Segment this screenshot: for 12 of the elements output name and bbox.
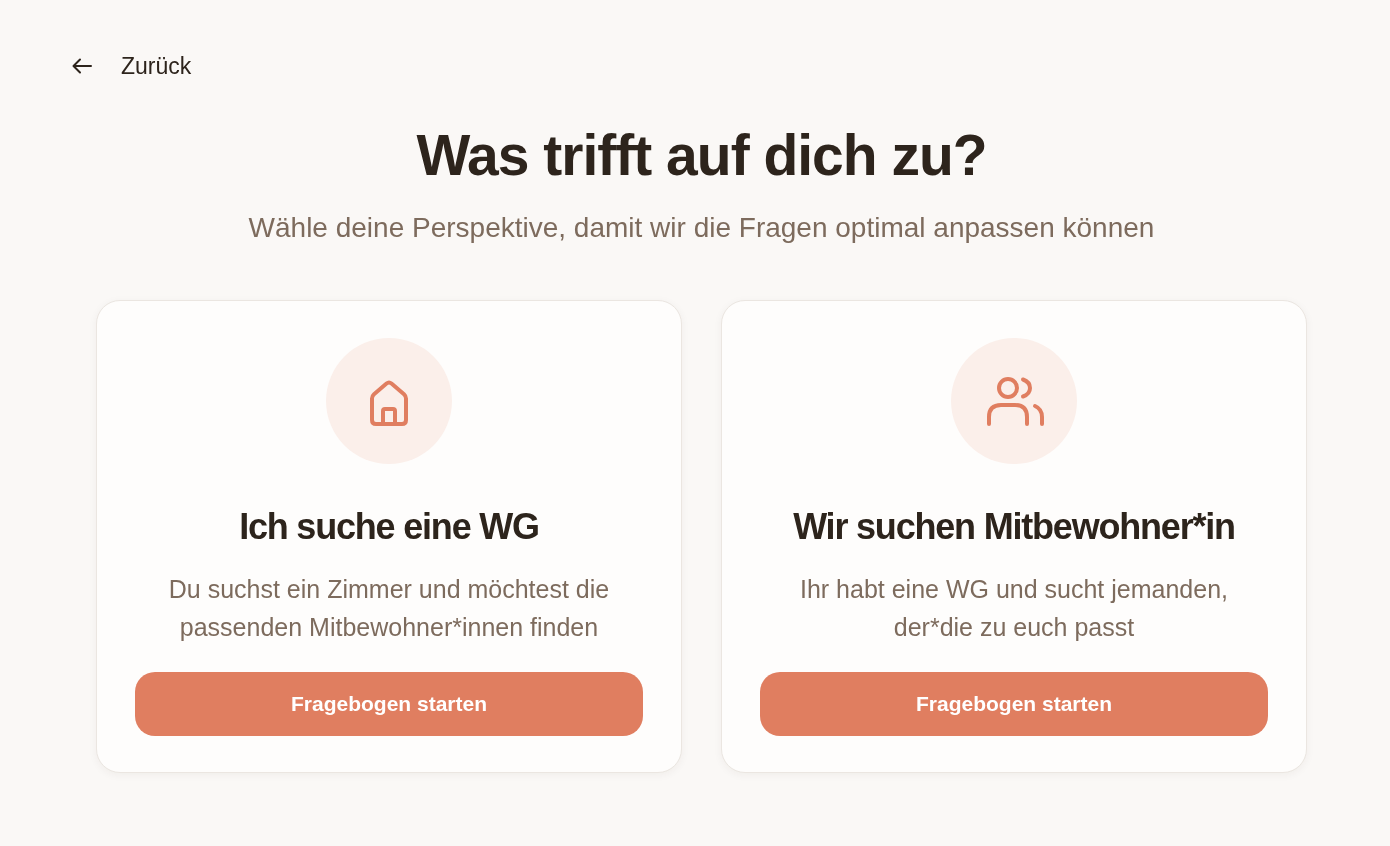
card-title: Ich suche eine WG <box>239 505 539 549</box>
back-arrow-icon <box>72 58 92 74</box>
option-card[interactable]: Wir suchen Mitbewohner*in Ihr habt eine WG und sucht jemanden, der*die zu euch passt Fragebogen starten <box>721 300 1307 773</box>
card-description: Du suchst ein Zimmer und möchtest die passenden Mitbewohner*innen finden <box>167 574 611 643</box>
option-card[interactable]: Ich suche eine WG Du suchst ein Zimmer und möchtest die passenden Mitbewohner*innen finden Fragebogen starten <box>96 300 682 773</box>
card-description: Ihr habt eine WG und sucht jemanden, der*die zu euch passt <box>799 574 1229 643</box>
page-subtitle: Wähle deine Perspektive, damit wir die Fragen optimal anpassen können <box>248 211 1155 245</box>
page-title: Was trifft auf dich zu? <box>416 122 987 188</box>
house-icon <box>326 338 452 464</box>
back-link[interactable]: Zurück <box>72 52 192 80</box>
people-icon <box>951 338 1077 464</box>
card-title: Wir suchen Mitbewohner*in <box>793 505 1235 549</box>
